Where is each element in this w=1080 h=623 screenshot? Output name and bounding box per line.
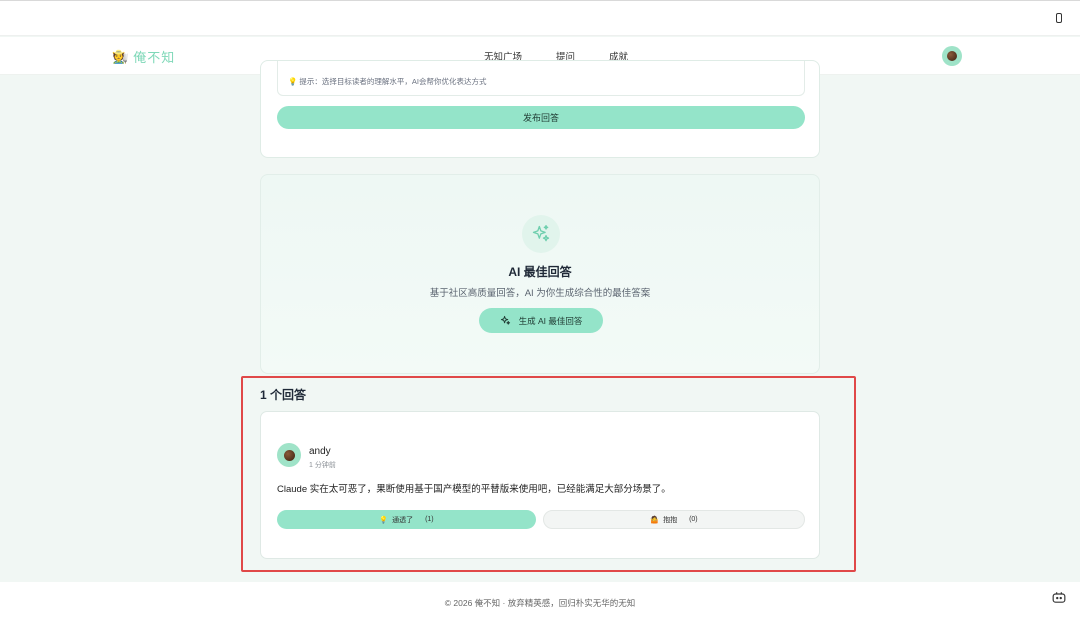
shrug-icon: 🤷 [650,516,660,524]
sparkles-icon [522,215,560,253]
browser-strip [0,0,1080,36]
ai-best-answer-title: AI 最佳回答 [508,265,572,279]
answer-card: andy 1 分钟前 Claude 实在太可恶了，果断使用基于国产模型的平替版来… [260,411,820,559]
answer-body: Claude 实在太可恶了，果断使用基于国产模型的平替版来使用吧，已经能满足大部… [277,484,671,495]
device-icon[interactable] [1056,13,1062,23]
hint-box: 💡 提示：选择目标读者的理解水平，AI会帮你优化表达方式 [277,61,805,96]
ai-best-answer-subtitle: 基于社区高质量回答，AI 为你生成综合性的最佳答案 [429,288,651,299]
ai-best-answer-card: AI 最佳回答 基于社区高质量回答，AI 为你生成综合性的最佳答案 生成 AI … [260,174,820,374]
answer-timestamp: 1 分钟前 [309,462,336,469]
vote-enlightened-button[interactable]: 💡 通透了 (1) [277,510,536,529]
answer-editor-card: 💡 提示：选择目标读者的理解水平，AI会帮你优化表达方式 发布回答 [260,60,820,158]
user-avatar[interactable] [942,46,962,66]
answer-author-avatar[interactable] [277,443,301,467]
chat-bot-icon[interactable] [1052,591,1066,604]
answer-author-name[interactable]: andy [309,446,331,457]
vote-hug-button[interactable]: 🤷 抱抱 (0) [543,510,805,529]
brand-name: 俺不知 [133,50,176,65]
footer-copyright: © 2026 俺不知 · 放弃精英感，回归朴实无华的无知 [444,598,636,608]
vote-hug-count: (0) [689,516,698,523]
sparkles-small-icon [500,315,510,325]
publish-answer-button[interactable]: 发布回答 [277,106,805,129]
site-footer: © 2026 俺不知 · 放弃精英感，回归朴实无华的无知 [0,582,1080,623]
answers-count-heading: 1 个回答 [260,388,307,402]
avatar-image [947,51,957,61]
vote-enlightened-label: 通透了 [392,516,414,524]
vote-hug-label: 抱抱 [663,516,678,524]
brand-logo[interactable]: 🧑‍🌾 俺不知 [112,47,175,66]
generate-ai-answer-button[interactable]: 生成 AI 最佳回答 [479,308,603,333]
vote-enlightened-count: (1) [425,516,434,523]
farmer-icon: 🧑‍🌾 [112,48,129,64]
hint-text: 💡 提示：选择目标读者的理解水平，AI会帮你优化表达方式 [288,77,487,86]
lightbulb-icon: 💡 [379,516,389,524]
avatar-image [283,449,295,461]
generate-button-label: 生成 AI 最佳回答 [518,315,583,326]
